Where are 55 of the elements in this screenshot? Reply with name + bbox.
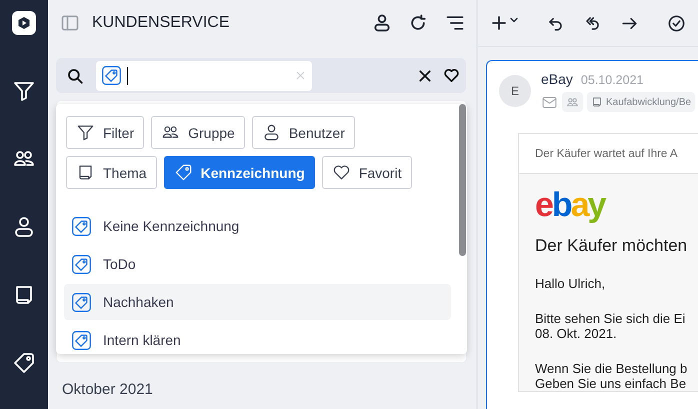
filter-chip[interactable]: Favorit [322,156,412,189]
clear-button[interactable] [417,68,433,84]
tag-icon [72,216,91,236]
tag-option[interactable]: Nachhaken [64,284,451,320]
tag-icon [102,66,121,85]
month-header: Oktober 2021 [62,381,153,398]
new-button[interactable] [490,14,520,32]
tag-option[interactable]: Keine Kennzeichnung [64,208,451,244]
search-icon [66,66,84,84]
book-icon [591,96,603,108]
favorite-button[interactable] [443,67,460,84]
app-logo[interactable] [12,11,36,35]
filter-chip[interactable]: Thema [66,156,157,189]
sender-name: eBay [541,71,573,87]
tag-icon[interactable] [12,351,36,375]
clear-icon [295,70,306,81]
tag-icon [72,292,91,312]
user-icon [262,123,281,142]
filter-chip[interactable]: Gruppe [151,116,245,149]
heart-icon [443,67,460,84]
sidebar-toggle[interactable] [60,13,80,33]
search-field[interactable] [96,60,312,90]
avatar: E [499,75,531,107]
user-icon[interactable] [12,215,36,239]
refresh-button[interactable] [408,13,428,33]
preheader-text: Der Käufer wartet auf Ihre A [519,134,698,174]
filter-chip[interactable]: Kennzeichnung [164,156,315,189]
topic-tag: Kaufabwicklung/Be [587,92,696,112]
heart-icon [332,163,351,182]
user-button[interactable] [372,13,392,33]
tag-icon [72,330,91,350]
refresh-icon [408,13,428,33]
filter-chip[interactable]: Filter [66,116,144,149]
plus-icon [490,14,508,32]
ebay-logo: ebay [535,188,605,222]
filter-icon [76,123,95,142]
scrollbar[interactable] [459,104,466,256]
email-paragraph: Hallo Ulrich, [535,276,606,291]
close-icon [417,68,433,84]
email-paragraph: Wenn Sie die Bestellung b Geben Sie uns einfach Be [535,361,688,391]
group-icon [566,96,579,108]
user-icon [372,13,392,33]
filter-icon[interactable] [12,79,36,103]
email-paragraph: Bitte sehen Sie sich die Ei 08. Okt. 2021. [535,311,686,341]
panel-title: KUNDENSERVICE [92,14,231,32]
mail-date: 05.10.2021 [580,73,644,87]
tag-icon [174,163,193,182]
check-circle-icon [667,14,686,32]
sidebar-icon [60,13,80,33]
tag-option[interactable]: ToDo [64,246,451,282]
done-button[interactable] [667,14,686,32]
filter-chip[interactable]: Benutzer [252,116,355,149]
tag-icon [72,254,91,274]
email-heading: Der Käufer möchten [535,236,688,256]
tag-option[interactable]: Intern klären [64,322,451,354]
